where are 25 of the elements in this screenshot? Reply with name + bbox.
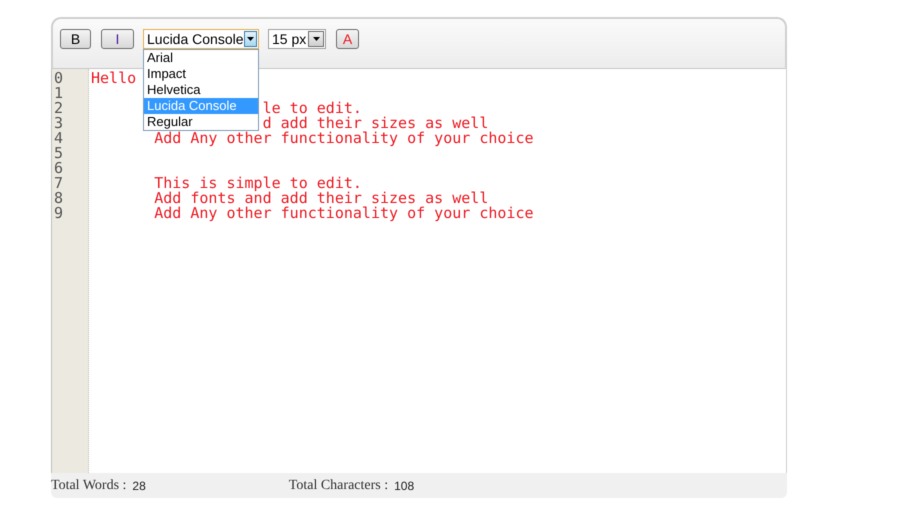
code-line: Add Any other functionality of your choice	[154, 204, 534, 222]
line-number: 6	[53, 161, 64, 176]
word-count: 28	[132, 478, 146, 492]
italic-button[interactable]: I	[101, 29, 134, 49]
line-number: 1	[53, 86, 64, 101]
code-line: d add their sizes as well	[262, 114, 488, 132]
bold-button[interactable]: B	[60, 29, 91, 49]
line-number: 7	[53, 176, 64, 191]
line-number: 3	[53, 116, 64, 131]
code-line: This is simple to edit.	[154, 174, 362, 192]
code-line: le to edit.	[262, 99, 362, 117]
line-number: 9	[53, 206, 64, 221]
words-label: Total Words :	[51, 478, 126, 494]
character-count: 108	[394, 478, 414, 492]
line-number: 2	[53, 101, 64, 116]
code-line: Add Any other functionality of your choice	[154, 129, 534, 147]
size-select[interactable]: 15 px	[268, 29, 326, 49]
caret-icon	[246, 37, 254, 41]
line-number: 4	[53, 131, 64, 146]
line-number: 0	[53, 71, 64, 86]
code-line: Hello	[91, 69, 136, 87]
caret-icon	[312, 37, 320, 41]
line-number: 8	[53, 191, 64, 206]
line-number: 5	[53, 146, 64, 161]
characters-label: Total Characters :	[288, 478, 388, 494]
